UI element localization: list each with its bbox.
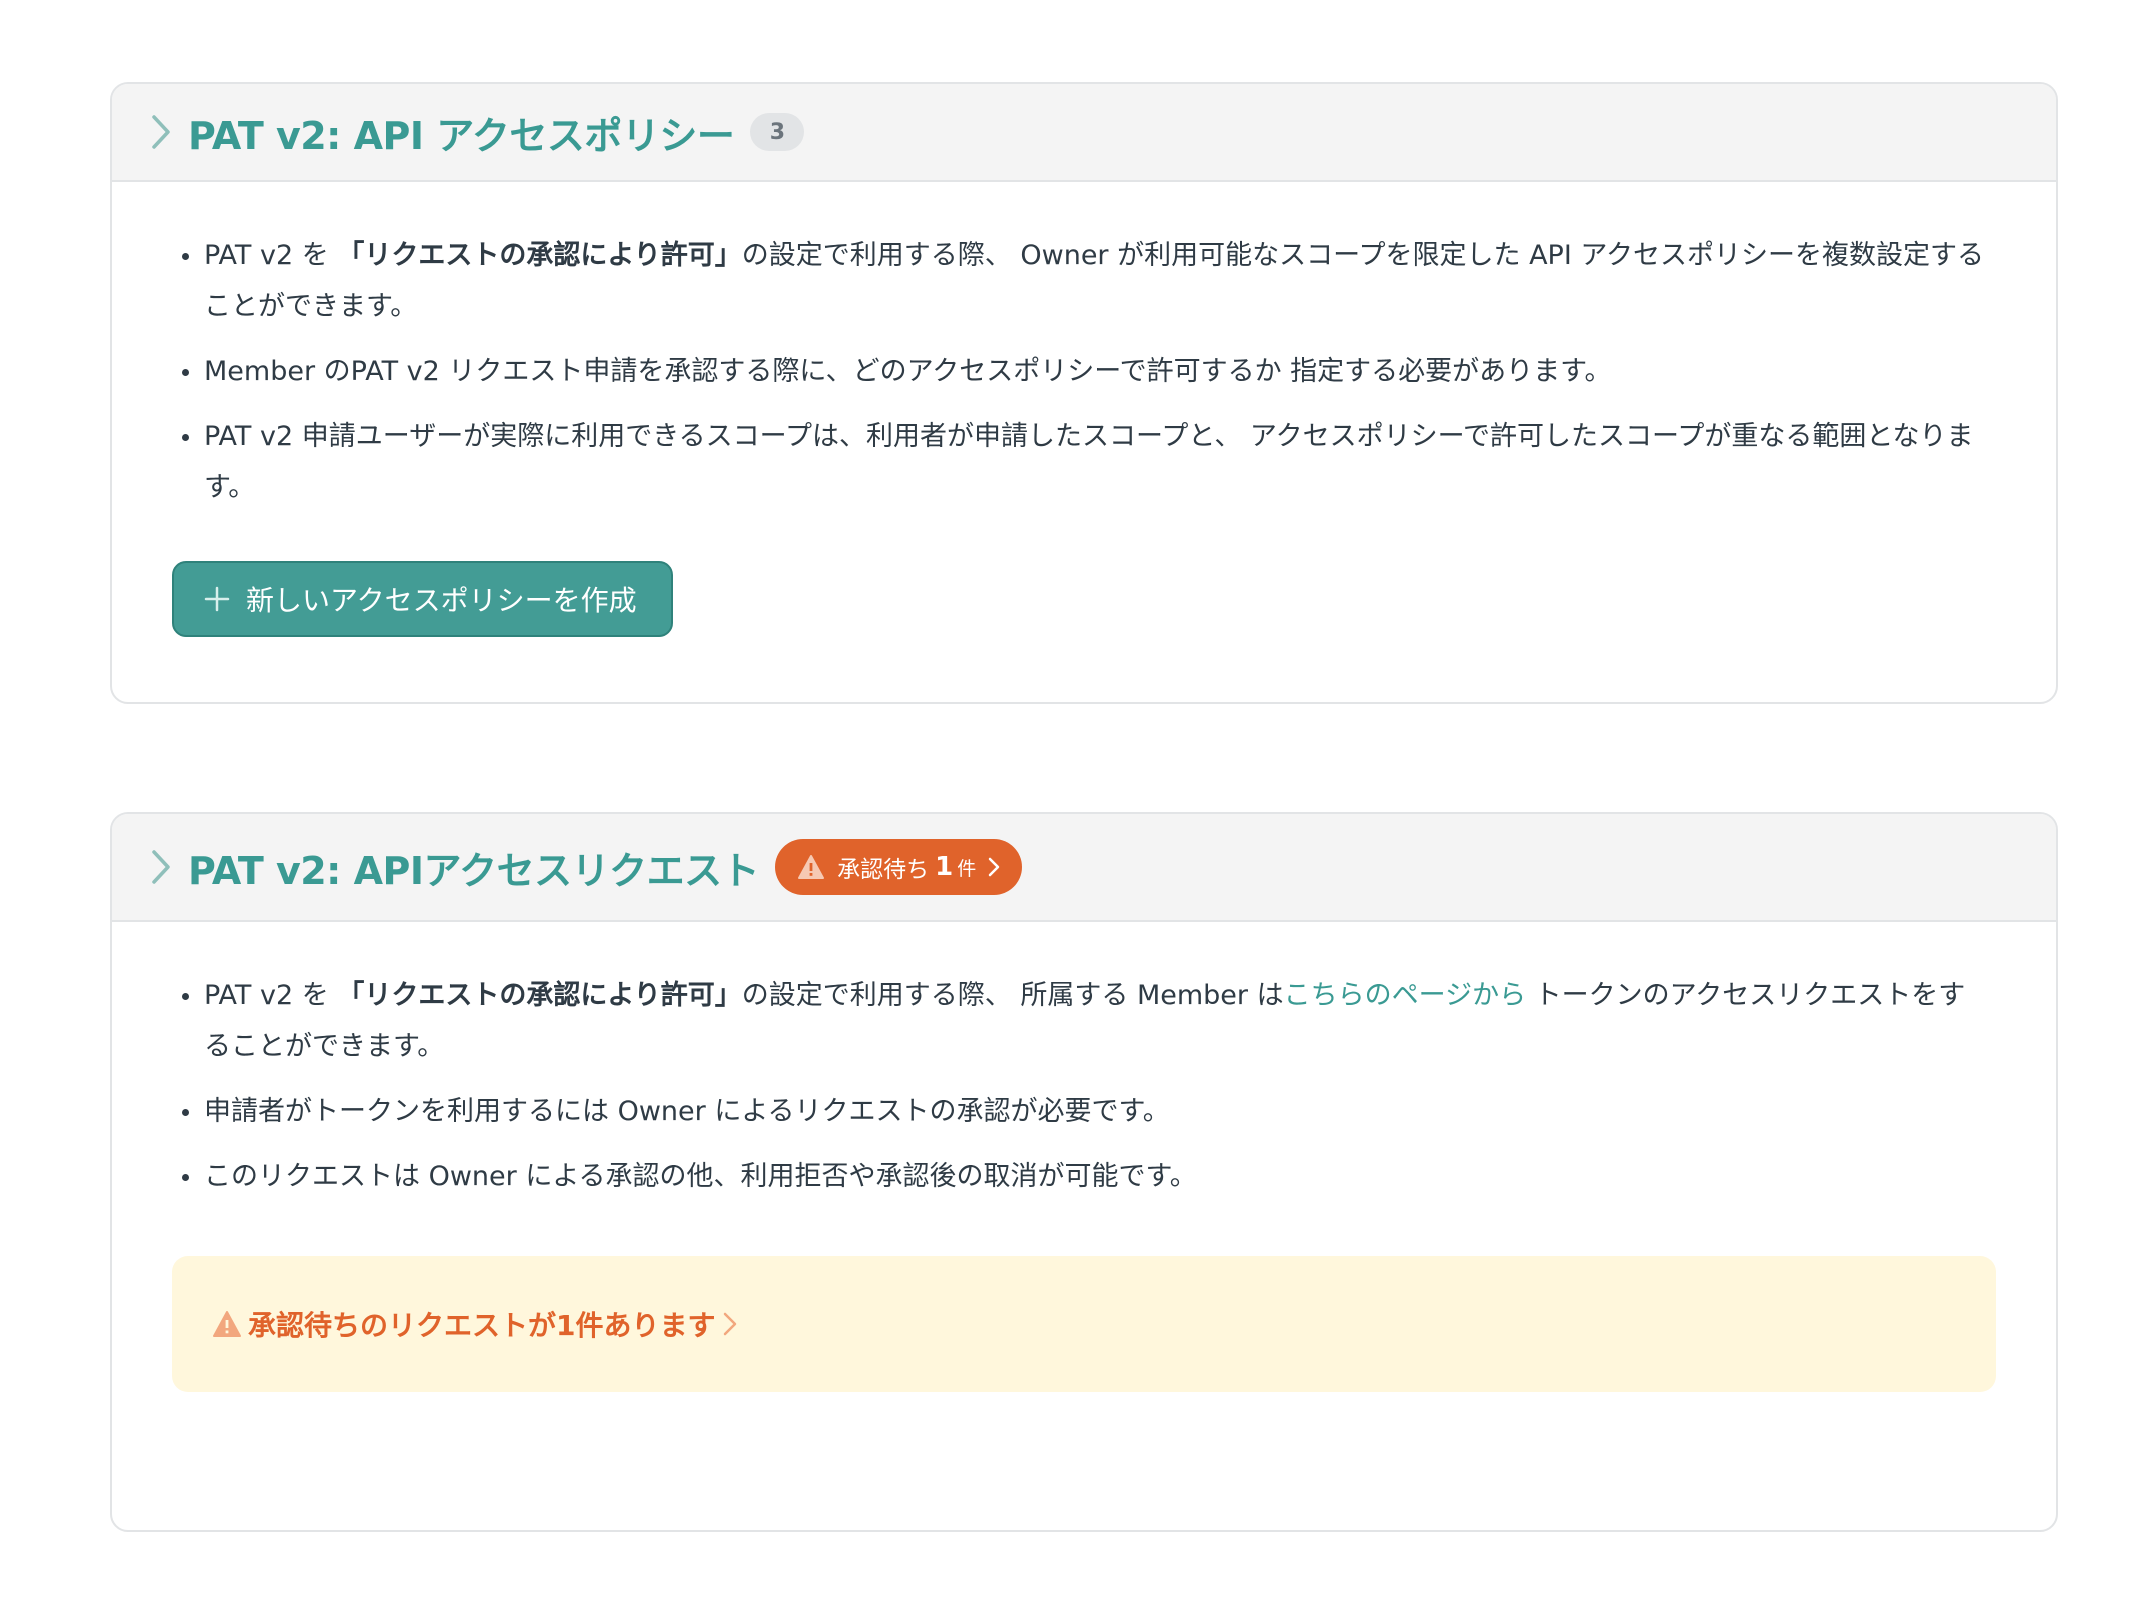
access-request-body: PAT v2 を 「リクエストの承認により許可」の設定で利用する際、 所属する …	[112, 922, 2056, 1392]
policy-bullet-list: PAT v2 を 「リクエストの承認により許可」の設定で利用する際、 Owner…	[172, 230, 1996, 513]
create-button-label: 新しいアクセスポリシーを作成	[246, 584, 637, 617]
warning-icon	[212, 1310, 242, 1338]
access-request-title: PAT v2: APIアクセスリクエスト	[188, 848, 760, 893]
list-item: PAT v2 を 「リクエストの承認により許可」の設定で利用する際、 Owner…	[182, 230, 1996, 332]
pending-requests-badge[interactable]: 承認待ち 1 件	[775, 839, 1023, 895]
access-policy-card: PAT v2: API アクセスポリシー 3 PAT v2 を 「リクエストの承…	[110, 82, 2058, 704]
pending-badge-count: 1	[935, 852, 954, 882]
create-access-policy-button[interactable]: 新しいアクセスポリシーを作成	[172, 561, 673, 637]
page: PAT v2: API アクセスポリシー 3 PAT v2 を 「リクエストの承…	[0, 0, 2144, 1608]
pending-badge-label: 承認待ち	[837, 857, 930, 883]
policy-count-badge: 3	[750, 113, 805, 151]
pending-badge-unit: 件	[957, 857, 977, 880]
access-policy-title: PAT v2: API アクセスポリシー	[188, 113, 735, 158]
chevron-right-icon[interactable]	[148, 112, 174, 152]
pending-request-alert-link[interactable]: 承認待ちのリクエストが1件あります	[212, 1304, 737, 1344]
access-request-card: PAT v2: APIアクセスリクエスト 承認待ち 1 件 PAT v2 を 「…	[110, 812, 2058, 1532]
list-item: PAT v2 を 「リクエストの承認により許可」の設定で利用する際、 所属する …	[182, 970, 1996, 1072]
request-page-link[interactable]: こちらのページから	[1284, 980, 1526, 1011]
chevron-right-icon[interactable]	[148, 847, 174, 887]
plus-icon	[204, 586, 230, 612]
list-item: Member のPAT v2 リクエスト申請を承認する際に、どのアクセスポリシー…	[182, 346, 1996, 397]
chevron-right-icon	[723, 1310, 737, 1338]
pending-request-alert: 承認待ちのリクエストが1件あります	[172, 1256, 1996, 1392]
list-item: このリクエストは Owner による承認の他、利用拒否や承認後の取消が可能です。	[182, 1151, 1996, 1202]
access-policy-body: PAT v2 を 「リクエストの承認により許可」の設定で利用する際、 Owner…	[112, 182, 2056, 637]
alert-text: 承認待ちのリクエストが1件あります	[248, 1309, 716, 1342]
request-bullet-list: PAT v2 を 「リクエストの承認により許可」の設定で利用する際、 所属する …	[172, 970, 1996, 1202]
access-policy-header[interactable]: PAT v2: API アクセスポリシー 3	[112, 84, 2056, 182]
emphasis-text: 「リクエストの承認により許可」	[337, 240, 742, 271]
list-item: 申請者がトークンを利用するには Owner によるリクエストの承認が必要です。	[182, 1086, 1996, 1137]
emphasis-text: 「リクエストの承認により許可」	[337, 980, 742, 1011]
warning-icon	[797, 854, 825, 880]
list-item: PAT v2 申請ユーザーが実際に利用できるスコープは、利用者が申請したスコープ…	[182, 411, 1996, 513]
access-request-header[interactable]: PAT v2: APIアクセスリクエスト 承認待ち 1 件	[112, 814, 2056, 922]
chevron-right-icon	[988, 857, 1000, 877]
